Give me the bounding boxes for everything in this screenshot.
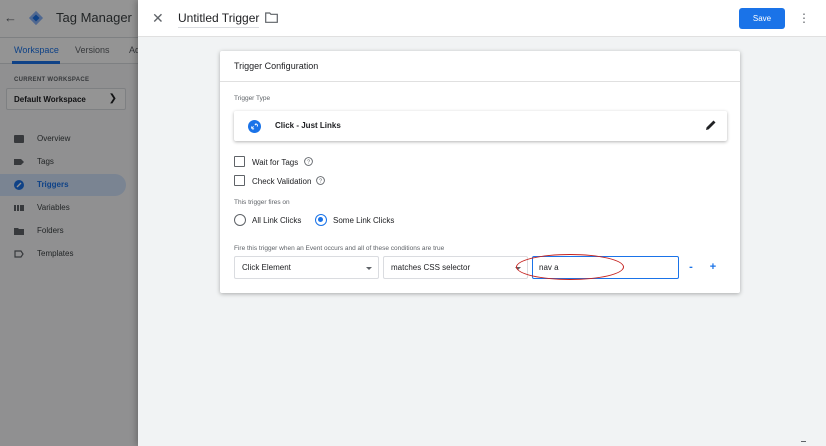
trigger-type-value: Click - Just Links [275, 121, 341, 130]
condition-value-input[interactable] [532, 256, 679, 279]
check-validation-label: Check Validation [252, 177, 312, 186]
condition-operator-select[interactable]: matches CSS selector [383, 256, 528, 279]
trigger-editor-panel: ✕ Untitled Trigger Save ⋮ Trigger Config… [138, 0, 826, 446]
panel-header: ✕ Untitled Trigger Save ⋮ [138, 0, 826, 37]
link-click-icon [248, 120, 261, 133]
condition-variable-select[interactable]: Click Element [234, 256, 379, 279]
edit-pencil-icon[interactable] [705, 119, 717, 131]
radio-label: All Link Clicks [252, 216, 302, 225]
check-validation-row[interactable]: Check Validation ? [234, 175, 354, 187]
trigger-type-label: Trigger Type [234, 95, 271, 102]
remove-condition-button[interactable]: - [686, 260, 696, 274]
fires-on-label: This trigger fires on [234, 199, 290, 206]
radio-button-selected[interactable] [315, 214, 327, 226]
condition-variable-value: Click Element [242, 263, 291, 272]
help-icon[interactable]: ? [316, 176, 325, 185]
wait-for-tags-row[interactable]: Wait for Tags ? [234, 156, 354, 168]
modal-scrim[interactable] [0, 0, 138, 446]
svg-text:?: ? [319, 179, 322, 185]
svg-text:?: ? [307, 160, 310, 166]
condition-operator-value: matches CSS selector [391, 263, 471, 272]
more-vert-icon[interactable]: ⋮ [798, 10, 810, 26]
conditions-label: Fire this trigger when an Event occurs a… [234, 245, 445, 252]
divider [220, 81, 740, 82]
wait-for-tags-checkbox[interactable] [234, 156, 245, 167]
folder-icon[interactable] [265, 12, 278, 23]
add-condition-button[interactable]: + [708, 260, 718, 274]
wait-for-tags-label: Wait for Tags [252, 158, 299, 167]
close-icon[interactable]: ✕ [152, 10, 166, 26]
radio-label: Some Link Clicks [333, 216, 395, 225]
check-validation-checkbox[interactable] [234, 175, 245, 186]
dropdown-arrow-icon [515, 267, 521, 270]
dropdown-arrow-icon [366, 267, 372, 270]
save-button[interactable]: Save [739, 8, 785, 29]
card-title: Trigger Configuration [234, 61, 319, 71]
trigger-type-selector[interactable]: Click - Just Links [234, 111, 727, 141]
radio-all-link-clicks[interactable]: All Link Clicks [234, 214, 304, 226]
trigger-name-field[interactable]: Untitled Trigger [178, 11, 260, 28]
help-icon[interactable]: ? [304, 157, 313, 166]
radio-button[interactable] [234, 214, 246, 226]
radio-some-link-clicks[interactable]: Some Link Clicks [315, 214, 395, 226]
trigger-configuration-card: Trigger Configuration Trigger Type Click… [220, 51, 740, 293]
scrollbar-mark [801, 441, 806, 442]
